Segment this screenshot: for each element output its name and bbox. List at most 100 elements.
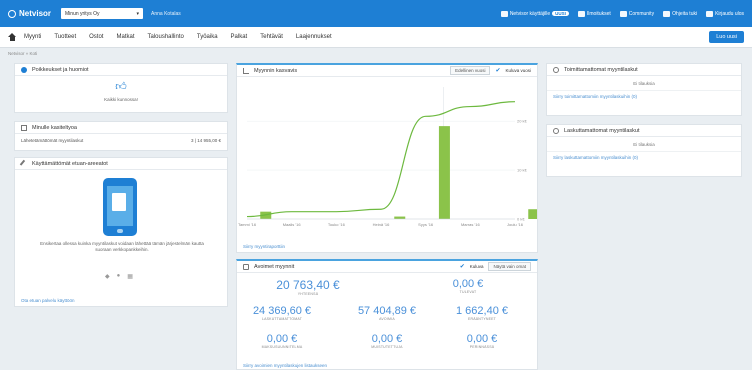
windows-icon[interactable]: ▦ — [127, 273, 133, 280]
thumbs-up-icon: 👍︎ — [115, 81, 127, 93]
top-links: Netvisor käyttäjille UUSI Ilmoitukset Co… — [500, 10, 744, 17]
x-tick-label: Syys '16 — [418, 222, 434, 227]
top-bar: Netvisor Minun yritys Oy ▾ Anna Kotalas … — [0, 0, 752, 27]
x-tick-label: Marras '16 — [461, 222, 481, 227]
menu-item-accounting[interactable]: Taloushallinto — [148, 34, 184, 40]
unsent-invoices-row[interactable]: Lähetetämättömät myyntilaskut 3 | 14 955… — [15, 134, 227, 147]
metric-value: 0,00 € — [266, 333, 298, 345]
megaphone-icon — [577, 10, 585, 17]
sales-report-link[interactable]: Siirry myyntiraporttiin — [243, 244, 285, 249]
x-tick-label: Tammi '16 — [238, 222, 257, 227]
uninvoiced-link[interactable]: Siirry laskuttamattomiin myyntilaskuihin… — [553, 155, 638, 160]
sales-chart-header: Myynnin kasvavis Edellinen vuosi ✔ Kuluv… — [237, 65, 537, 77]
clock-icon — [553, 127, 559, 134]
menu-item-sales[interactable]: Myynti — [24, 34, 41, 40]
metric-label: MAKSUSUUNNITELMA — [261, 345, 303, 349]
metric-label: PERINNÄSSÄ — [469, 345, 495, 349]
chart-icon — [243, 67, 249, 74]
cumulative-sales-line — [246, 101, 516, 218]
current-year-label[interactable]: Kuluva vuosi — [505, 68, 531, 73]
community-icon — [619, 10, 627, 17]
create-new-button[interactable]: Luo uusi — [709, 31, 744, 43]
top-link-notifications[interactable]: Ilmoitukset — [577, 10, 611, 17]
unsent-invoices-value: 3 | 14 955,00 € — [191, 138, 221, 143]
metric-label: AVOIMIA — [379, 317, 395, 321]
info-icon — [21, 66, 27, 73]
open-invoices-link[interactable]: Siirry avoimien myyntilaskujen listaukse… — [243, 363, 327, 368]
undelivered-link[interactable]: Siirry toimittamattomiin myyntilaskuihin… — [553, 94, 637, 99]
enable-mobile-link[interactable]: Ota etuan palvelu käyttöön — [21, 298, 75, 303]
top-link-help[interactable]: Ohjeita tuki — [663, 10, 697, 17]
show-own-button[interactable]: Näytä vain omat — [488, 262, 531, 271]
metric-open[interactable]: 57 404,89 € AVOIMIA — [342, 305, 432, 321]
apple-icon[interactable]: ● — [117, 273, 121, 280]
undelivered-card: Toimittamattomat myyntilaskut Ei tilauks… — [546, 63, 742, 116]
open-sales-controls: ✔ Kuluva Näytä vain omat — [460, 262, 531, 271]
logout-icon — [706, 10, 714, 17]
metric-label: LASKUTTAMATTOMAT — [261, 317, 303, 321]
android-icon[interactable]: ◆ — [105, 273, 110, 280]
top-link-label: Community — [628, 10, 655, 17]
metric-payment-plan[interactable]: 0,00 € MAKSUSUUNNITELMA — [237, 333, 327, 349]
menu-item-payroll[interactable]: Palkat — [231, 34, 248, 40]
top-link-label: Netvisor käyttäjille — [509, 10, 551, 17]
uninvoiced-footer: Siirry laskuttamattomiin myyntilaskuihin… — [547, 151, 741, 164]
notices-card: Poikkeukset ja huomiot 👍︎ Kaikki kunnoss… — [14, 63, 228, 113]
check-icon: ✔ — [495, 68, 501, 74]
metric-value: 0,00 € — [371, 333, 403, 345]
sales-chart-plot: 0 k€10 k€20 k€30 k€Tammi '16Maalis '16To… — [238, 87, 537, 227]
menu-item-worktime[interactable]: Työaika — [197, 34, 218, 40]
sales-to-handle-card: Minulle kasiteltyoa Lähetetämättömät myy… — [14, 121, 228, 151]
menu-item-travel[interactable]: Matkat — [116, 34, 134, 40]
metric-label: YHTEENSÄ — [297, 292, 319, 296]
menu-item-tasks[interactable]: Tehtävät — [260, 34, 283, 40]
top-link-label: Ilmoitukset — [586, 10, 611, 17]
metric-collection[interactable]: 0,00 € PERINNÄSSÄ — [437, 333, 527, 349]
logo-icon — [8, 9, 16, 18]
metric-value: 0,00 € — [466, 333, 498, 345]
check-icon: ✔ — [459, 264, 465, 270]
company-name: Minun yritys Oy — [65, 10, 100, 17]
home-icon[interactable] — [8, 33, 16, 41]
notices-header: Poikkeukset ja huomiot — [15, 64, 227, 76]
chart-bar — [394, 216, 406, 219]
metric-label: MUISTUTETTUJA — [371, 345, 403, 349]
breadcrumb[interactable]: Netvisor » Koti — [8, 51, 37, 56]
metric-total[interactable]: 20 763,40 € YHTEENSÄ — [263, 278, 353, 296]
sales-to-handle-title: Minulle kasiteltyoa — [32, 124, 77, 131]
clock-icon — [553, 66, 559, 73]
company-select[interactable]: Minun yritys Oy ▾ — [61, 8, 144, 19]
unsent-invoices-label: Lähetetämättömät myyntilaskut — [21, 138, 84, 143]
metric-value: 24 369,60 € — [252, 305, 312, 317]
mobile-card: Käyttämättömät etuan-areeatot Ensikertaa… — [14, 157, 228, 307]
metric-upcoming[interactable]: 0,00 € TULEVAT — [423, 278, 513, 294]
netvisor-logo[interactable]: Netvisor — [8, 9, 51, 18]
metric-uninvoiced[interactable]: 24 369,60 € LASKUTTAMATTOMAT — [237, 305, 327, 321]
chart-bar — [438, 126, 450, 219]
menu-item-extensions[interactable]: Laajennukset — [296, 34, 332, 40]
sales-chart-card: Myynnin kasvavis Edellinen vuosi ✔ Kuluv… — [236, 63, 538, 253]
metric-value: 1 662,40 € — [456, 305, 508, 317]
top-link-logout[interactable]: Kirjaudu ulos — [706, 10, 744, 17]
menu-item-products[interactable]: Tuotteet — [54, 34, 76, 40]
x-tick-label: Heinä '16 — [373, 222, 391, 227]
user-icon — [500, 10, 508, 17]
sales-to-handle-header: Minulle kasiteltyoa — [15, 122, 227, 134]
main-menu: Myynti Tuotteet Ostot Matkat Taloushalli… — [0, 27, 752, 48]
metric-value: 0,00 € — [452, 278, 484, 290]
metric-overdue[interactable]: 1 662,40 € ERÄÄNTYNEET — [437, 305, 527, 321]
menu-item-purchases[interactable]: Ostot — [89, 34, 103, 40]
current-toggle[interactable]: Kuluva — [470, 264, 484, 269]
chevron-down-icon: ▾ — [136, 10, 140, 17]
notices-title: Poikkeukset ja huomiot — [32, 66, 89, 73]
sales-chart-title: Myynnin kasvavis — [254, 67, 298, 74]
uninvoiced-empty: Ei tilauksia — [633, 142, 655, 147]
undelivered-header: Toimittamattomat myyntilaskut — [547, 64, 741, 76]
x-tick-label: Joulu '16 — [507, 222, 524, 227]
top-link-community[interactable]: Community — [619, 10, 655, 17]
previous-year-toggle[interactable]: Edellinen vuosi — [450, 66, 491, 75]
user-name[interactable]: Anna Kotalas — [151, 11, 181, 17]
top-link-users[interactable]: Netvisor käyttäjille UUSI — [500, 10, 569, 17]
phone-illustration-icon — [103, 178, 137, 236]
metric-reminded[interactable]: 0,00 € MUISTUTETTUJA — [342, 333, 432, 349]
